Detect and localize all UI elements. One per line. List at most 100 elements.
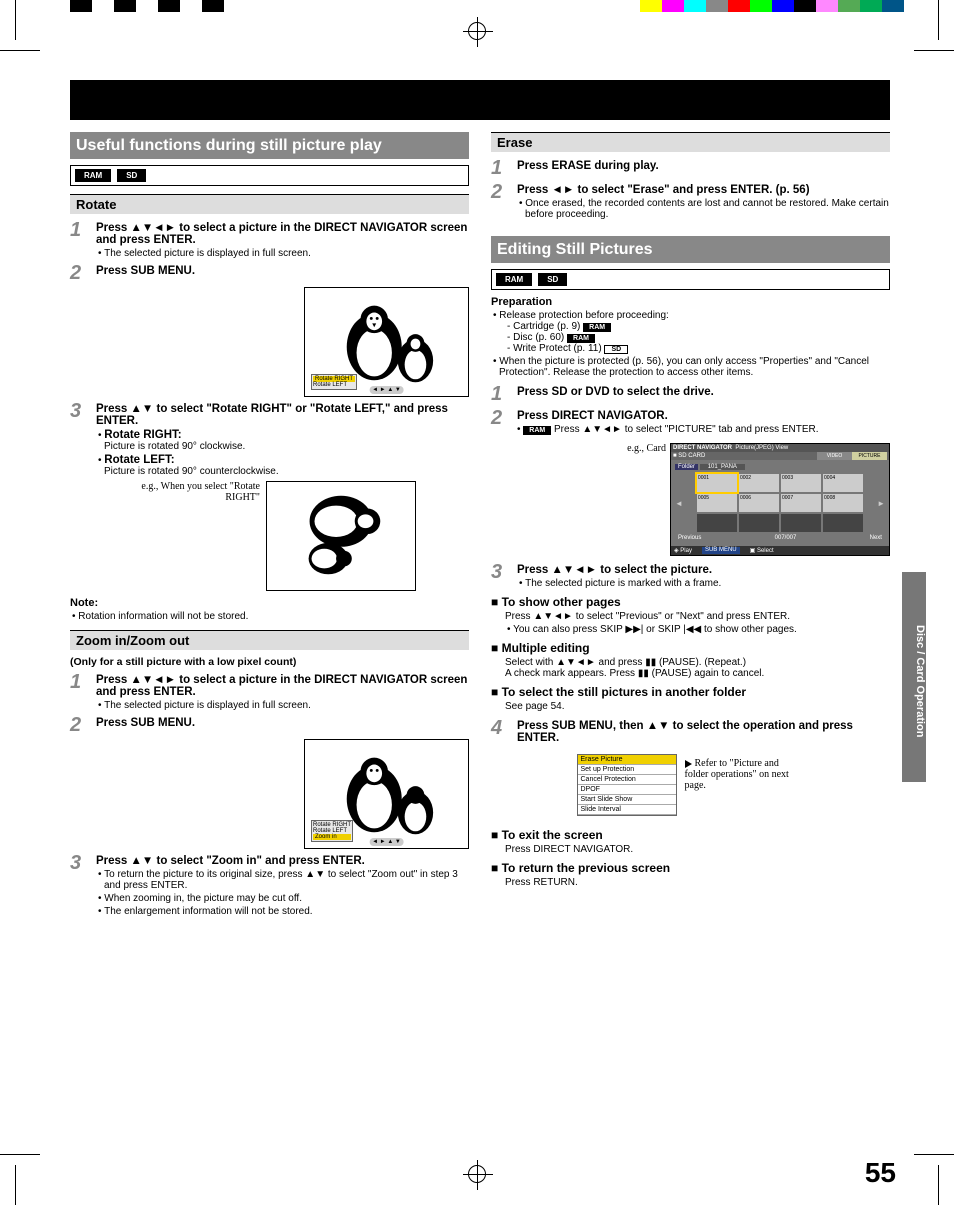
rotate-step2: Press SUB MENU. — [96, 265, 195, 277]
nav-control-icon: ◄ ► ▲ ▼ — [369, 838, 404, 846]
submenu-item: Erase Picture — [578, 755, 676, 765]
color-bar-left — [70, 0, 246, 12]
nav-thumb: 0003 — [781, 474, 821, 492]
step-number: 3 — [491, 562, 511, 589]
rotate-step3: Press ▲▼ to select "Rotate RIGHT" or "Ro… — [96, 403, 448, 427]
edit-step1: Press SD or DVD to select the drive. — [517, 386, 714, 398]
rotate-step1-note: The selected picture is displayed in ful… — [96, 248, 469, 259]
note-text: Rotation information will not be stored. — [70, 611, 469, 622]
badge-ram: RAM — [583, 323, 611, 332]
zoom-step2: Press SUB MENU. — [96, 717, 195, 729]
submenu-item: Cancel Protection — [578, 775, 676, 785]
subsec-other-pages: To show other pages — [491, 595, 890, 609]
illustration-rotated — [266, 481, 416, 591]
step-number: 3 — [70, 401, 90, 477]
zoom-step1-note: The selected picture is displayed in ful… — [96, 700, 469, 711]
step-number: 2 — [70, 715, 90, 735]
step-number: 1 — [491, 158, 511, 178]
subsec-another-folder: To select the still pictures in another … — [491, 685, 890, 699]
prep-protected-note: When the picture is protected (p. 56), y… — [491, 356, 890, 378]
multi-edit-text2: A check mark appears. Press ▮▮ (PAUSE) a… — [505, 668, 890, 679]
another-folder-text: See page 54. — [505, 701, 890, 712]
example-caption: e.g., When you select "Rotate RIGHT" — [130, 481, 260, 503]
heading-erase: Erase — [491, 132, 890, 152]
rotate-step1: Press ▲▼◄► to select a picture in the DI… — [96, 222, 467, 246]
nav-thumb: 0007 — [781, 494, 821, 512]
crop-mark — [938, 0, 939, 40]
erase-step2: Press ◄► to select "Erase" and press ENT… — [517, 184, 810, 196]
nav-thumb: 0006 — [739, 494, 779, 512]
nav-tab-video: VIDEO — [817, 452, 852, 460]
right-column: Erase 1 Press ERASE during play. 2 Press… — [491, 132, 890, 921]
zoom-precondition: (Only for a still picture with a low pix… — [70, 656, 469, 668]
prep-release: Release protection before proceeding: — [491, 310, 890, 321]
erase-step1: Press ERASE during play. — [517, 160, 659, 172]
nav-thumb: 0002 — [739, 474, 779, 492]
badge-sd: SD — [538, 273, 567, 286]
nav-right-icon: ► — [877, 499, 885, 508]
onscreen-submenu: Rotate RIGHT Rotate LEFT — [311, 374, 357, 390]
badge-ram: RAM — [567, 334, 595, 343]
direct-navigator-screen: DIRECT NAVIGATOR Picture(JPEG) View ■ SD… — [670, 443, 890, 556]
crop-mark — [15, 1165, 16, 1205]
zoom-note3: The enlargement information will not be … — [96, 906, 469, 917]
nav-thumb-empty — [697, 514, 737, 532]
edit-step2-note: Press ▲▼◄► to select "PICTURE" tab and p… — [554, 424, 819, 435]
heading-rotate: Rotate — [70, 194, 469, 214]
nav-thumb: 0001 — [697, 474, 737, 492]
page-content: Useful functions during still picture pl… — [70, 80, 890, 1140]
note-heading: Note: — [70, 597, 469, 609]
nav-folder-name: 101_PANA — [700, 464, 745, 470]
submenu-reference-note: Refer to "Picture and folder operations"… — [685, 758, 805, 791]
badge-sd: SD — [604, 345, 628, 354]
other-pages-skip: You can also press SKIP ▶▶| or SKIP |◀◀ … — [505, 624, 890, 635]
step-number: 2 — [491, 408, 511, 435]
side-tab-section: Disc / Card Operation — [902, 572, 926, 782]
media-badges: RAM SD — [70, 165, 469, 186]
badge-ram: RAM — [75, 169, 111, 182]
illustration-zoom-menu: Rotate RIGHT Rotate LEFT Zoom in ◄ ► ▲ ▼ — [304, 739, 469, 849]
media-badges: RAM SD — [491, 269, 890, 290]
crop-mark — [15, 0, 16, 40]
nav-thumb: 0004 — [823, 474, 863, 492]
crop-mark — [914, 50, 954, 51]
crop-mark — [0, 50, 40, 51]
nav-control-icon: ◄ ► ▲ ▼ — [369, 386, 404, 394]
color-bar-right — [640, 0, 904, 12]
step-number: 2 — [491, 182, 511, 220]
prep-disc: Disc (p. 60) — [513, 332, 564, 343]
page-number: 55 — [865, 1157, 896, 1189]
subsec-exit: To exit the screen — [491, 828, 890, 842]
submenu-item: Start Slide Show — [578, 795, 676, 805]
edit-step2: Press DIRECT NAVIGATOR. — [517, 410, 668, 422]
rotate-right-label: Rotate RIGHT: — [104, 429, 181, 441]
return-text: Press RETURN. — [505, 877, 890, 888]
crop-circle-bottom — [468, 1165, 486, 1183]
nav-foot-select: Select — [757, 548, 774, 554]
step-number: 2 — [70, 263, 90, 283]
illustration-rotate-menu: Rotate RIGHT Rotate LEFT ◄ ► ▲ ▼ — [304, 287, 469, 397]
heading-editing-still: Editing Still Pictures — [491, 236, 890, 263]
exit-text: Press DIRECT NAVIGATOR. — [505, 844, 890, 855]
zoom-note1: To return the picture to its original si… — [96, 869, 469, 891]
nav-thumb-empty — [823, 514, 863, 532]
nav-folder-label: Folder — [675, 464, 698, 470]
nav-previous: Previous — [678, 535, 701, 541]
subsec-multiple-editing: Multiple editing — [491, 641, 890, 655]
nav-source: SD CARD — [678, 453, 705, 459]
edit-step4: Press SUB MENU, then ▲▼ to select the op… — [517, 720, 853, 744]
submenu-item: Slide Interval — [578, 805, 676, 815]
nav-foot-submenu: SUB MENU — [702, 547, 740, 554]
step-number: 3 — [70, 853, 90, 917]
nav-tab-picture: PICTURE — [852, 452, 887, 460]
step-number: 4 — [491, 718, 511, 744]
edit-step3: Press ▲▼◄► to select the picture. — [517, 564, 712, 576]
crop-circle-top — [468, 22, 486, 40]
rotate-right-text: Picture is rotated 90° clockwise. — [96, 441, 469, 452]
nav-page-indicator: 007/007 — [775, 535, 797, 541]
zoom-step1: Press ▲▼◄► to select a picture in the DI… — [96, 674, 467, 698]
step-number: 1 — [491, 384, 511, 404]
left-column: Useful functions during still picture pl… — [70, 132, 469, 921]
crop-mark — [938, 1165, 939, 1205]
prep-writeprotect: Write Protect (p. 11) — [513, 343, 602, 354]
